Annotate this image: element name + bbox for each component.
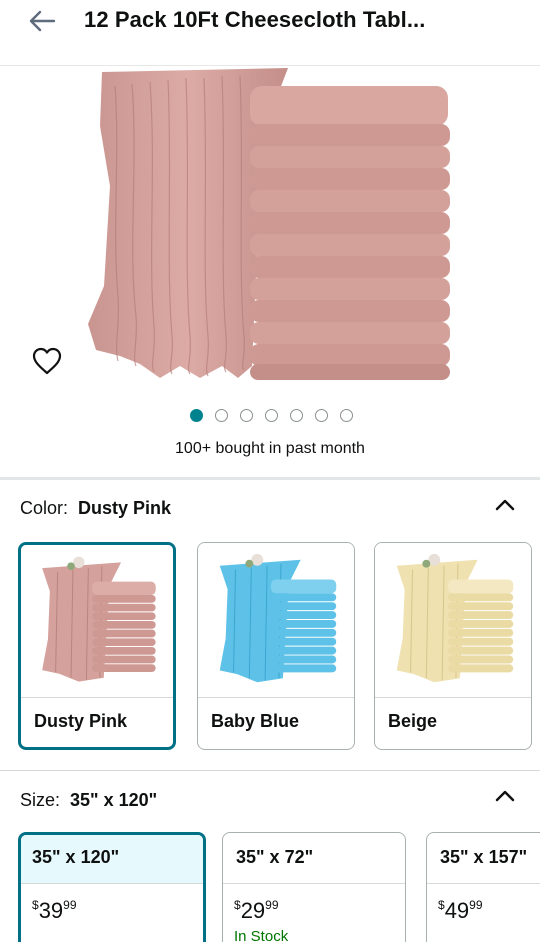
size-selected: 35" x 120" — [70, 790, 158, 810]
carousel-dot[interactable] — [215, 409, 228, 422]
color-option-label: Dusty Pink — [34, 711, 128, 731]
back-button[interactable] — [26, 6, 58, 36]
color-option-dusty-pink[interactable]: Dusty Pink — [18, 542, 176, 750]
color-option-beige[interactable]: Beige — [374, 542, 532, 750]
product-image[interactable] — [0, 66, 540, 400]
color-thumbnail — [375, 543, 531, 698]
color-option-label: Beige — [388, 711, 438, 731]
table-runner-image — [88, 68, 450, 380]
carousel-dot[interactable] — [265, 409, 278, 422]
folded-stack — [250, 86, 450, 380]
color-option-baby-blue[interactable]: Baby Blue — [197, 542, 355, 750]
size-option-35x72[interactable]: 35" x 72" $2999 In Stock — [222, 832, 406, 942]
carousel-dot[interactable] — [315, 409, 328, 422]
top-bar: 12 Pack 10Ft Cheesecloth Tabl... — [0, 0, 540, 66]
chevron-up-icon[interactable] — [494, 497, 516, 513]
carousel-dot[interactable] — [290, 409, 303, 422]
chevron-up-icon[interactable] — [494, 788, 516, 804]
size-option-label: 35" x 120" — [21, 835, 203, 884]
color-thumbnail — [198, 543, 354, 698]
color-thumbnail — [21, 545, 173, 698]
carousel-dot[interactable] — [340, 409, 353, 422]
color-row-label: Color: Dusty Pink — [20, 498, 171, 519]
size-option-35x120[interactable]: 35" x 120" $3999 — [18, 832, 206, 942]
size-option-price: $3999 — [32, 898, 77, 923]
bought-count: 100+ bought in past month — [175, 440, 365, 457]
carousel-dot[interactable] — [190, 409, 203, 422]
section-divider — [0, 770, 540, 771]
size-option-price: $2999 — [234, 898, 279, 923]
size-option-label: 35" x 157" — [427, 833, 540, 884]
size-option-price: $4999 — [438, 898, 483, 923]
stock-status: In Stock — [234, 928, 289, 942]
size-option-label: 35" x 72" — [223, 833, 405, 884]
carousel-dot[interactable] — [240, 409, 253, 422]
color-option-label: Baby Blue — [211, 711, 300, 731]
size-label: Size: — [20, 790, 61, 810]
heart-icon[interactable] — [31, 346, 63, 376]
color-selected: Dusty Pink — [78, 498, 172, 518]
size-row-label: Size: 35" x 120" — [20, 790, 157, 811]
color-label: Color: — [20, 498, 69, 518]
back-arrow-icon — [29, 10, 56, 32]
section-divider — [0, 477, 540, 480]
carousel-dots — [190, 409, 353, 422]
product-title: 12 Pack 10Ft Cheesecloth Tabl... — [84, 7, 426, 32]
size-option-35x157[interactable]: 35" x 157" $4999 — [426, 832, 540, 942]
